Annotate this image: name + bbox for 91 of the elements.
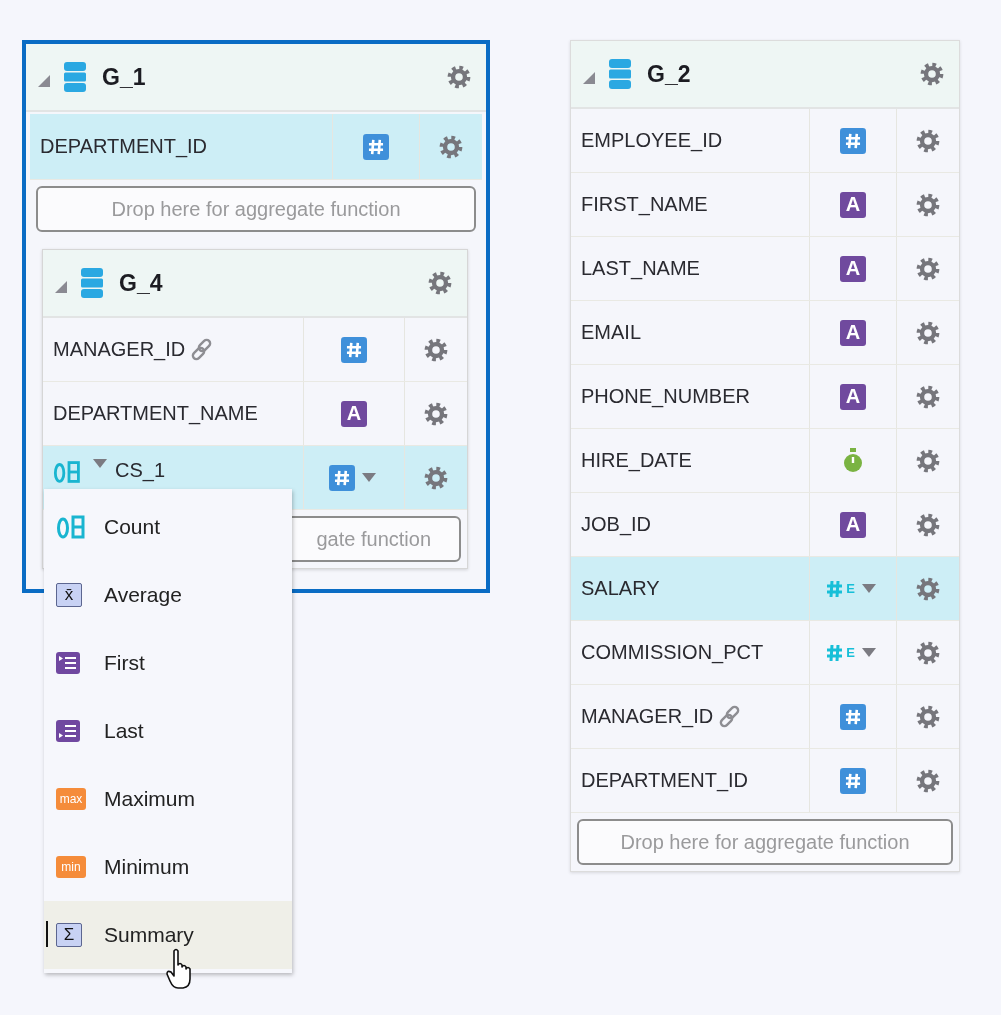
field-name: DEPARTMENT_NAME <box>53 402 258 425</box>
expand-triangle-icon[interactable] <box>38 75 50 87</box>
settings-icon[interactable] <box>915 511 941 538</box>
field-row[interactable]: HIRE_DATE <box>571 429 959 493</box>
number-type-icon <box>840 767 866 794</box>
number-type-icon <box>840 703 866 730</box>
caret-icon[interactable] <box>361 473 376 482</box>
field-row[interactable]: FIRST_NAME A <box>571 173 959 237</box>
field-row[interactable]: EMAIL A <box>571 301 959 365</box>
text-type-icon: A <box>840 255 866 282</box>
number-type-icon <box>363 133 389 160</box>
tag-icon: max <box>56 788 86 810</box>
field-name: MANAGER_ID <box>581 705 714 728</box>
list-icon <box>56 652 80 674</box>
field-name: DEPARTMENT_ID <box>581 769 749 792</box>
drop-zone-hint: Drop here for aggregate function <box>111 197 401 221</box>
menu-item[interactable]: First <box>44 629 292 697</box>
text-type-icon: A <box>840 383 866 410</box>
field-row[interactable]: EMPLOYEE_ID <box>571 109 959 173</box>
field-name: LAST_NAME <box>581 257 700 280</box>
field-name: CS_1 <box>115 459 166 482</box>
caret-icon[interactable] <box>93 459 107 468</box>
expand-triangle-icon[interactable] <box>55 281 67 293</box>
tag-icon: min <box>56 856 86 878</box>
settings-icon[interactable] <box>915 639 941 666</box>
settings-icon[interactable] <box>438 133 464 160</box>
text-type-icon: A <box>840 191 866 218</box>
settings-icon[interactable] <box>915 127 941 154</box>
field-row[interactable]: SALARY E <box>571 557 959 621</box>
expand-triangle-icon[interactable] <box>583 72 595 84</box>
database-icon <box>64 62 86 92</box>
settings-icon[interactable] <box>915 447 941 474</box>
menu-item[interactable]: max Maximum <box>44 765 292 833</box>
group-title: G_1 <box>102 63 147 91</box>
field-name: PHONE_NUMBER <box>581 385 750 408</box>
text-type-icon: A <box>840 511 866 538</box>
field-row[interactable]: DEPARTMENT_ID <box>30 114 482 180</box>
database-icon <box>609 59 631 89</box>
group-title: G_4 <box>119 269 164 297</box>
caret-icon[interactable] <box>861 648 876 657</box>
field-row[interactable]: MANAGER_ID <box>571 685 959 749</box>
database-icon <box>81 268 103 298</box>
menu-item[interactable]: min Minimum <box>44 833 292 901</box>
drop-zone-hint: Drop here for aggregate function <box>620 830 910 854</box>
group-title: G_2 <box>647 60 692 88</box>
drop-zone-hint: gate function <box>316 527 431 551</box>
field-name: EMAIL <box>581 321 642 344</box>
settings-icon[interactable] <box>919 61 945 87</box>
field-name: JOB_ID <box>581 513 652 536</box>
settings-icon[interactable] <box>915 767 941 794</box>
field-row[interactable]: DEPARTMENT_ID <box>571 749 959 813</box>
menu-item[interactable]: x̄ Average <box>44 561 292 629</box>
stopwatch-icon <box>841 447 865 474</box>
number-type-icon <box>341 336 367 363</box>
settings-icon[interactable] <box>427 270 453 296</box>
settings-icon[interactable] <box>915 575 941 602</box>
text-type-icon: A <box>840 319 866 346</box>
settings-icon[interactable] <box>915 319 941 346</box>
measure-label: E <box>846 581 855 596</box>
menu-item[interactable]: Σ Summary <box>44 901 292 969</box>
field-row[interactable]: COMMISSION_PCT E <box>571 621 959 685</box>
settings-icon[interactable] <box>915 255 941 282</box>
field-name: HIRE_DATE <box>581 449 692 472</box>
field-name: SALARY <box>581 577 660 600</box>
field-name: MANAGER_ID <box>53 338 186 361</box>
text-cursor <box>46 921 48 947</box>
list-icon <box>56 720 80 742</box>
settings-icon[interactable] <box>915 703 941 730</box>
settings-icon[interactable] <box>423 400 449 427</box>
measure-label: E <box>846 645 855 660</box>
field-row[interactable]: LAST_NAME A <box>571 237 959 301</box>
settings-icon[interactable] <box>423 336 449 363</box>
formula-icon: Σ <box>56 923 82 947</box>
text-type-icon: A <box>341 400 367 427</box>
caret-icon[interactable] <box>861 584 876 593</box>
settings-icon[interactable] <box>915 191 941 218</box>
number-type-icon <box>840 127 866 154</box>
hash-icon <box>826 643 844 662</box>
field-name: DEPARTMENT_ID <box>40 135 208 158</box>
field-row[interactable]: PHONE_NUMBER A <box>571 365 959 429</box>
settings-icon[interactable] <box>423 464 449 491</box>
settings-icon[interactable] <box>915 383 941 410</box>
settings-icon[interactable] <box>446 64 472 90</box>
menu-item[interactable]: Last <box>44 697 292 765</box>
hash-icon <box>826 579 844 598</box>
field-name: FIRST_NAME <box>581 193 708 216</box>
number-type-icon <box>328 464 355 491</box>
field-name: COMMISSION_PCT <box>581 641 764 664</box>
formula-icon: x̄ <box>56 583 82 607</box>
field-row[interactable]: MANAGER_ID <box>43 318 467 382</box>
field-name: EMPLOYEE_ID <box>581 129 723 152</box>
